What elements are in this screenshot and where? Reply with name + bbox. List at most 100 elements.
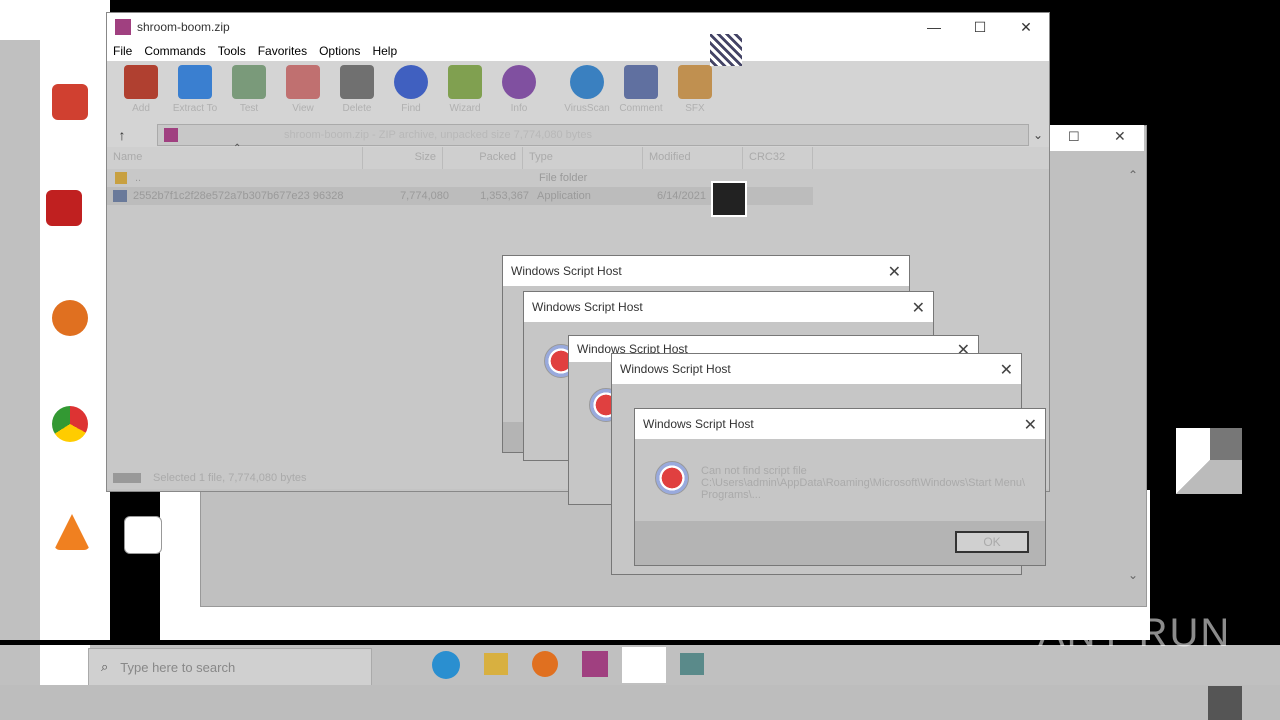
column-crc[interactable]: CRC32 bbox=[743, 147, 813, 169]
chrome-icon[interactable] bbox=[52, 406, 88, 442]
ok-button[interactable]: OK bbox=[955, 531, 1029, 553]
bottom-glitch-block bbox=[1208, 686, 1242, 720]
toolbar-label: Info bbox=[510, 103, 528, 114]
taskbar-app-icon[interactable] bbox=[680, 653, 704, 675]
window-title: shroom-boom.zip bbox=[137, 20, 230, 34]
glitch-thumbnail-top bbox=[710, 34, 742, 66]
magnifier-icon bbox=[394, 65, 428, 99]
trash-icon bbox=[340, 65, 374, 99]
taskbar-script-icon[interactable] bbox=[622, 647, 666, 683]
taskbar-firefox-icon[interactable] bbox=[532, 651, 558, 677]
folder-icon bbox=[115, 172, 127, 184]
address-bar: ↑ shroom-boom.zip - ZIP archive, unpacke… bbox=[107, 123, 1049, 147]
clipboard-check-icon bbox=[232, 65, 266, 99]
maximize-icon[interactable]: ☐ bbox=[1068, 129, 1080, 145]
chevron-down-icon[interactable]: ⌄ bbox=[1033, 128, 1049, 142]
column-packed[interactable]: Packed bbox=[443, 147, 523, 169]
close-icon[interactable]: ✕ bbox=[1024, 415, 1037, 435]
close-icon[interactable]: ✕ bbox=[1114, 128, 1126, 145]
maximize-button[interactable]: ☐ bbox=[957, 13, 1003, 41]
magic-wand-icon bbox=[448, 65, 482, 99]
column-header: Name Size Packed Type Modified CRC32 bbox=[107, 147, 1049, 169]
menu-bar: File Commands Tools Favorites Options He… bbox=[107, 41, 1049, 61]
toolbar-label: Delete bbox=[342, 103, 372, 114]
sort-arrow-icon: ⌃ bbox=[233, 143, 242, 154]
open-book-icon bbox=[286, 65, 320, 99]
minimize-button[interactable]: — bbox=[911, 13, 957, 41]
toolbar-virusscan-button[interactable]: VirusScan bbox=[563, 61, 611, 121]
exe-file-icon bbox=[113, 190, 127, 202]
anyrun-watermark: ANY RUN bbox=[1038, 611, 1232, 655]
toolbar-label: Extract To bbox=[172, 103, 218, 114]
menu-tools[interactable]: Tools bbox=[218, 44, 246, 58]
scroll-up-icon[interactable]: ⌃ bbox=[1128, 168, 1138, 182]
toolbar-delete-button[interactable]: Delete bbox=[333, 61, 381, 121]
toolbar-label: Test bbox=[239, 103, 259, 114]
background-window-titlebar: ☐ ✕ bbox=[1048, 125, 1144, 151]
dialog-footer: OK bbox=[635, 521, 1045, 565]
dialog-title: Windows Script Host bbox=[620, 362, 731, 376]
menu-options[interactable]: Options bbox=[319, 44, 360, 58]
row-size: 7,774,080 bbox=[400, 190, 449, 202]
toolbar-label: VirusScan bbox=[564, 103, 610, 114]
close-button[interactable]: ✕ bbox=[1003, 13, 1049, 41]
search-box[interactable]: ⌕ Type here to search bbox=[88, 648, 372, 686]
dialog-title: Windows Script Host bbox=[532, 300, 643, 314]
toolbar-info-button[interactable]: Info bbox=[495, 61, 543, 121]
toolbar-sfx-button[interactable]: SFX bbox=[671, 61, 719, 121]
toolbar: Add Extract To Test View Delete Find Wizard Inf… bbox=[107, 61, 1049, 123]
toolbar-extract-to-button[interactable]: Extract To bbox=[171, 61, 219, 121]
winrar-titlebar: shroom-boom.zip — ☐ ✕ bbox=[107, 13, 1049, 41]
toolbar-label: Add bbox=[132, 103, 150, 114]
address-field[interactable]: shroom-boom.zip - ZIP archive, unpacked … bbox=[157, 124, 1029, 146]
desktop-glitch-strip bbox=[0, 40, 40, 640]
firefox-icon[interactable] bbox=[52, 300, 88, 336]
scroll-down-icon[interactable]: ⌄ bbox=[1128, 568, 1138, 582]
box-icon bbox=[678, 65, 712, 99]
archive-books-icon bbox=[124, 65, 158, 99]
toolbar-comment-button[interactable]: Comment bbox=[617, 61, 665, 121]
toolbar-test-button[interactable]: Test bbox=[225, 61, 273, 121]
column-size[interactable]: Size bbox=[363, 147, 443, 169]
table-row[interactable]: .. File folder bbox=[107, 169, 1049, 187]
taskbar-edge-icon[interactable] bbox=[432, 651, 460, 679]
toolbar-add-button[interactable]: Add bbox=[117, 61, 165, 121]
table-row[interactable]: 2552b7f1c2f28e572a7b307b677e23 96328 7,7… bbox=[107, 187, 813, 205]
toolbar-label: Comment bbox=[619, 103, 663, 114]
close-icon[interactable]: ✕ bbox=[912, 298, 925, 318]
script-host-dialog-front: Windows Script Host ✕ Can not find script… bbox=[634, 408, 1046, 566]
up-arrow-icon[interactable]: ↑ bbox=[107, 127, 137, 143]
drive-icon bbox=[113, 473, 141, 483]
message-line-2: C:\Users\admin\AppData\Roaming\Microsoft… bbox=[701, 477, 1026, 489]
column-type[interactable]: Type bbox=[523, 147, 643, 169]
close-icon[interactable]: ✕ bbox=[888, 262, 901, 282]
toolbar-find-button[interactable]: Find bbox=[387, 61, 435, 121]
menu-favorites[interactable]: Favorites bbox=[258, 44, 307, 58]
menu-commands[interactable]: Commands bbox=[144, 44, 205, 58]
archive-icon bbox=[164, 128, 178, 142]
taskbar-explorer-icon[interactable] bbox=[484, 653, 508, 675]
dialog-message: Can not find script file C:\Users\admin\… bbox=[701, 465, 1031, 501]
menu-help[interactable]: Help bbox=[372, 44, 397, 58]
toolbar-view-button[interactable]: View bbox=[279, 61, 327, 121]
menu-file[interactable]: File bbox=[113, 44, 132, 58]
search-placeholder: Type here to search bbox=[120, 659, 236, 675]
close-icon[interactable]: ✕ bbox=[1000, 360, 1013, 380]
row-name: 2552b7f1c2f28e572a7b307b677e23 96328 bbox=[133, 190, 344, 202]
ccleaner-icon[interactable] bbox=[52, 84, 88, 120]
word-document-icon[interactable] bbox=[124, 516, 162, 554]
row-packed: 1,353,367 bbox=[480, 190, 529, 202]
row-name: .. bbox=[135, 172, 142, 184]
error-icon bbox=[655, 461, 689, 495]
dialog-title: Windows Script Host bbox=[511, 264, 622, 278]
column-modified[interactable]: Modified bbox=[643, 147, 743, 169]
address-text: shroom-boom.zip - ZIP archive, unpacked … bbox=[284, 129, 592, 141]
toolbar-label: Wizard bbox=[449, 103, 481, 114]
status-text: Selected 1 file, 7,774,080 bytes bbox=[153, 472, 307, 484]
taskbar-winrar-icon[interactable] bbox=[582, 651, 608, 677]
comment-icon bbox=[624, 65, 658, 99]
toolbar-wizard-button[interactable]: Wizard bbox=[441, 61, 489, 121]
info-icon bbox=[502, 65, 536, 99]
start-glitch bbox=[40, 645, 90, 685]
acrobat-icon[interactable] bbox=[46, 190, 82, 226]
